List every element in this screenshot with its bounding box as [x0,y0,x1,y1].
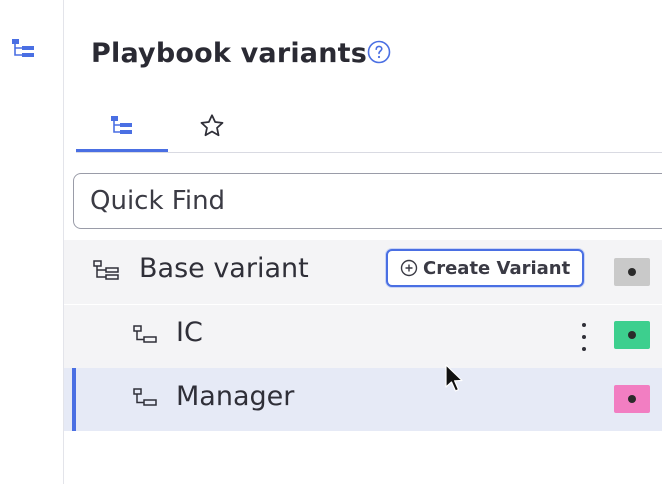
swatch-dot [628,331,636,339]
variants-panel: Playbook variants Base va [64,0,662,484]
swatch-dot [628,395,636,403]
help-circle-icon[interactable] [367,40,391,64]
variant-branch-icon [133,325,157,343]
view-tabs [76,100,662,153]
variant-row-manager[interactable]: Manager [64,368,662,431]
mouse-cursor-icon [445,364,463,392]
variant-row-base[interactable]: Base variant Create Variant [64,240,662,304]
variant-color-swatch[interactable] [614,385,650,413]
page-title: Playbook variants [91,38,368,69]
variant-label: Base variant [139,253,309,284]
tree-icon[interactable] [10,36,38,60]
tab-tree[interactable] [76,100,168,152]
variant-label: Manager [176,381,295,412]
tree-icon [111,115,132,134]
more-options-icon[interactable] [580,323,588,351]
plus-circle-icon [400,259,418,277]
create-variant-button[interactable]: Create Variant [386,249,585,287]
variant-row-ic[interactable]: IC [64,305,662,368]
variant-color-swatch[interactable] [614,258,650,286]
quick-find-input[interactable] [73,173,662,229]
star-icon [200,114,224,137]
variant-color-swatch[interactable] [614,321,650,349]
selected-indicator [72,368,76,431]
swatch-dot [628,268,636,276]
variant-tree-icon [93,260,119,280]
left-rail [0,0,64,484]
create-variant-label: Create Variant [423,257,571,279]
variant-branch-icon [133,388,157,406]
variant-label: IC [176,317,203,348]
tab-favorites[interactable] [176,100,248,152]
